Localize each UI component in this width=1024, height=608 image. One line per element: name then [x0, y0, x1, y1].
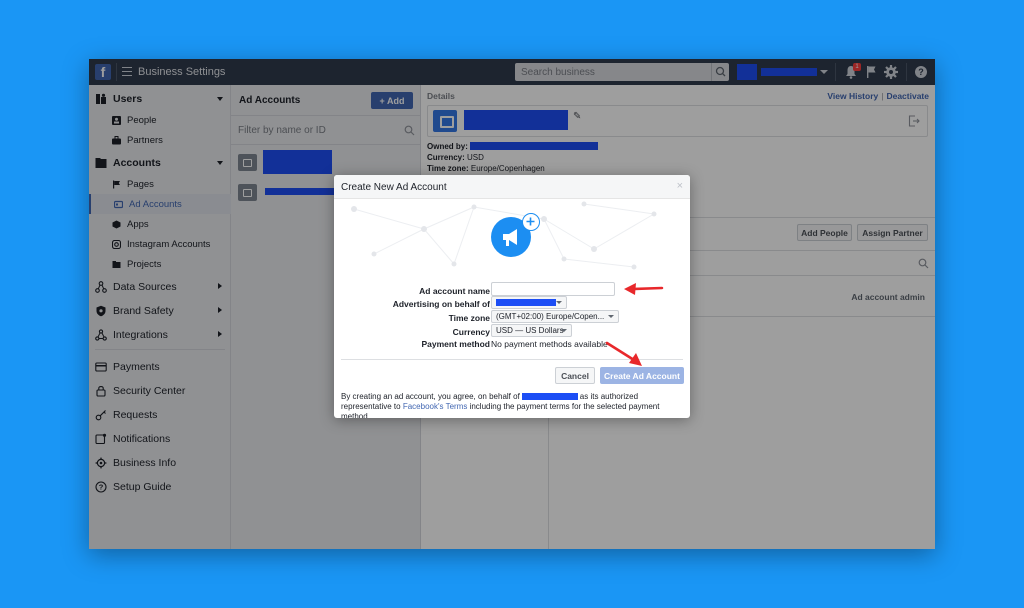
currency-value: USD — US Dollars	[496, 326, 564, 335]
create-ad-account-dialog: Create New Ad Account × Ad account name …	[334, 175, 690, 418]
dialog-header: Create New Ad Account ×	[334, 175, 690, 199]
plus-icon	[522, 213, 540, 231]
ad-account-name-input[interactable]	[491, 282, 615, 296]
terms-prefix: By creating an ad account, you agree, on…	[341, 392, 520, 401]
close-icon[interactable]: ×	[677, 180, 683, 192]
chevron-down-icon	[556, 301, 562, 304]
facebook-terms-link[interactable]: Facebook's Terms	[403, 402, 468, 411]
currency-label: Currency	[452, 327, 490, 337]
business-settings-window: f Business Settings 1 ? Users People	[89, 59, 935, 549]
chevron-down-icon	[608, 315, 614, 318]
plus-glyph	[526, 217, 535, 226]
behalf-redacted	[496, 299, 556, 306]
dialog-title: Create New Ad Account	[341, 182, 447, 193]
dialog-hero	[334, 199, 690, 271]
advertising-behalf-select[interactable]	[491, 296, 567, 309]
advertising-behalf-label: Advertising on behalf of	[392, 299, 490, 309]
business-redacted	[521, 393, 578, 400]
time-zone-label: Time zone	[448, 313, 490, 323]
time-zone-select[interactable]: (GMT+02:00) Europe/Copen...	[491, 310, 619, 323]
chevron-down-icon	[561, 329, 567, 332]
currency-select[interactable]: USD — US Dollars	[491, 324, 572, 337]
ad-account-name-label: Ad account name	[419, 286, 490, 296]
divider	[341, 359, 683, 360]
cancel-button[interactable]: Cancel	[555, 367, 595, 384]
terms-notice: By creating an ad account, you agree, on…	[341, 392, 687, 418]
create-ad-account-button[interactable]: Create Ad Account	[600, 367, 684, 384]
payment-method-label: Payment method	[421, 339, 491, 349]
payment-method-value: No payment methods available	[491, 339, 608, 349]
time-zone-value: (GMT+02:00) Europe/Copen...	[496, 312, 605, 321]
